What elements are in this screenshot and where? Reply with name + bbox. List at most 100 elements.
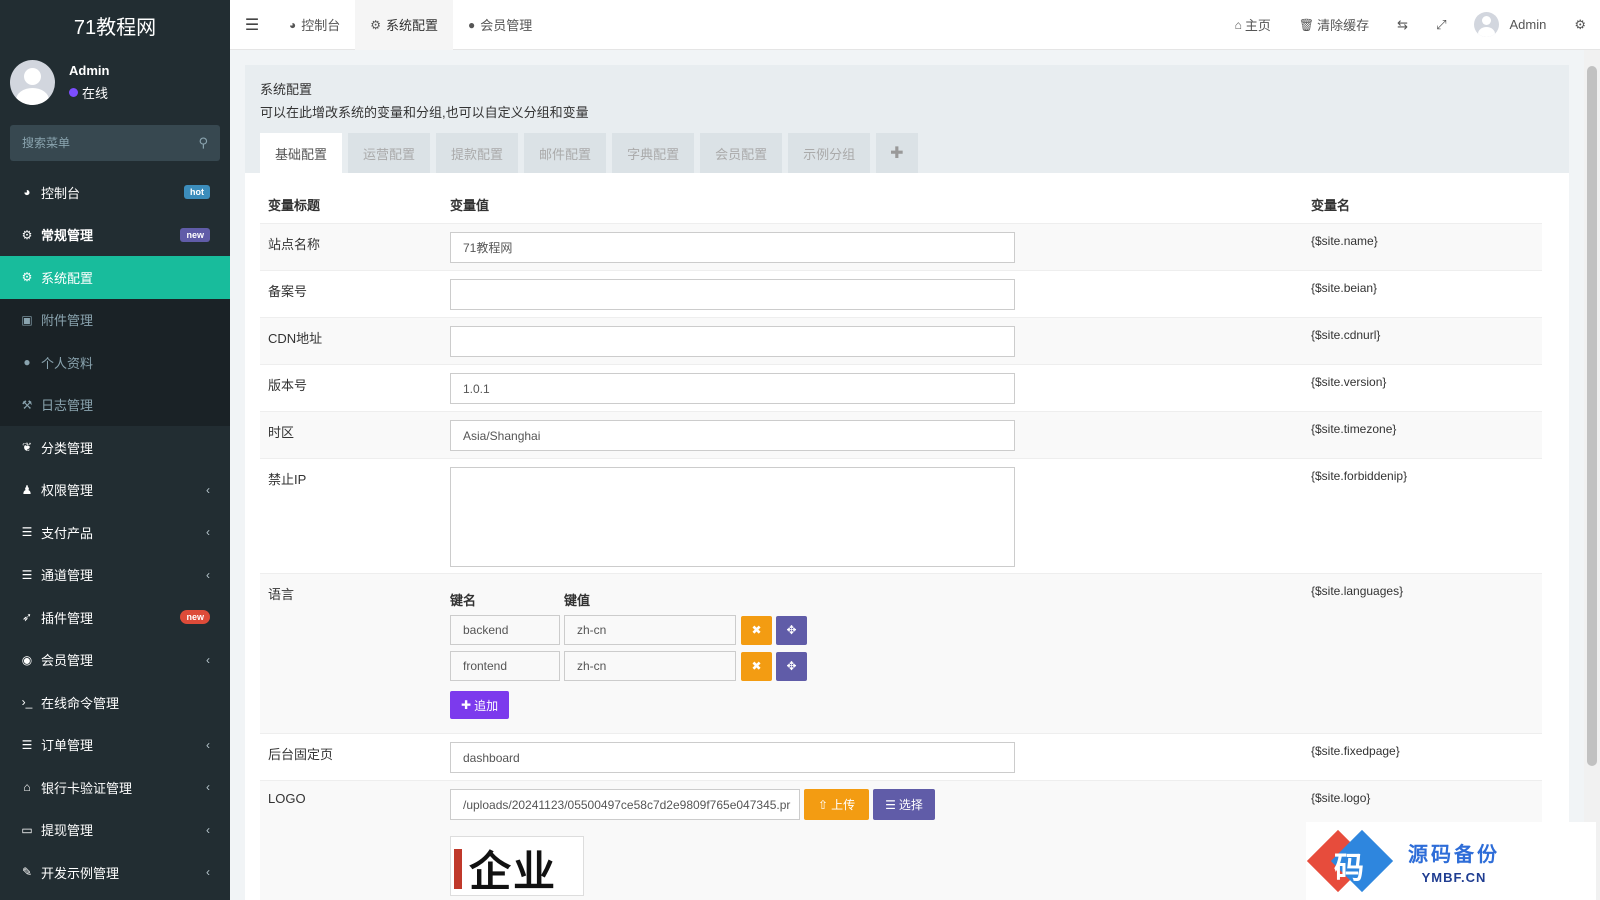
upload-label: 上传 (831, 798, 856, 812)
search-icon[interactable]: ⚲ (198, 135, 208, 151)
home-link[interactable]: ⌂ 主页 (1221, 15, 1285, 34)
log-icon: ⚒ (21, 397, 33, 412)
tab-0[interactable]: ◕ 控制台 (274, 0, 355, 50)
sidebar-item-4[interactable]: ● 个人资料 (0, 341, 230, 384)
sidebar-item-10[interactable]: ➶ 插件管理 new (0, 596, 230, 639)
kv-value-input[interactable]: zh-cn (564, 615, 736, 645)
scrollbar-thumb[interactable] (1587, 66, 1597, 766)
sidebar-item-label: 个人资料 (41, 355, 94, 371)
tab-1[interactable]: ⚙ 系统配置 (355, 0, 454, 50)
main-content: 系统配置 可以在此增改系统的变量和分组,也可以自定义分组和变量 基础配置 运营配置… (230, 50, 1584, 900)
sidebar-item-label: 会员管理 (41, 653, 94, 669)
sidebar-item-13[interactable]: ☰ 订单管理 ‹ (0, 724, 230, 767)
group-icon: ♟ (21, 482, 33, 497)
sidebar-item-label: 支付产品 (41, 525, 94, 541)
drag-pair-button[interactable]: ✥ (776, 615, 807, 645)
sidebar-item-6[interactable]: ❦ 分类管理 (0, 426, 230, 469)
beian-input[interactable] (450, 279, 1015, 310)
user-status-label: 在线 (82, 86, 109, 101)
config-tab-0[interactable]: 基础配置 (260, 133, 343, 173)
fixed-page-input[interactable]: dashboard (450, 742, 1015, 773)
sidebar-item-2[interactable]: ⚙ 系统配置 (0, 256, 230, 299)
forbidden-ip-textarea[interactable] (450, 467, 1015, 567)
arrows-icon: ✥ (786, 623, 797, 637)
language-switch-icon[interactable]: ⇆ (1383, 17, 1422, 33)
tab-2[interactable]: ● 会员管理 (453, 0, 547, 50)
languages-editor: 键名 键值 backend zh-cn ✖ ✥ frontend zh-cn ✖… (450, 582, 1311, 733)
arrows-icon: ✥ (786, 659, 797, 673)
sidebar-item-9[interactable]: ☰ 通道管理 ‹ (0, 554, 230, 597)
drag-pair-button[interactable]: ✥ (776, 651, 807, 681)
sidebar-item-0[interactable]: ◕ 控制台 hot (0, 171, 230, 214)
sidebar-toggle-icon[interactable]: ☰ (230, 15, 274, 35)
page-scrollbar[interactable] (1584, 50, 1600, 900)
kv-value-input[interactable]: zh-cn (564, 651, 736, 681)
row-title: 禁止IP (268, 472, 307, 487)
append-pair-button[interactable]: ✚ 追加 (450, 691, 510, 719)
chevron-left-icon: ‹ (206, 652, 210, 667)
close-icon: ✖ (751, 659, 762, 673)
magic-icon: ✎ (21, 865, 33, 880)
config-tab-2[interactable]: 提款配置 (436, 133, 519, 173)
search-input[interactable] (22, 136, 182, 150)
table-row: 后台固定页 dashboard {$site.fixedpage} (260, 733, 1542, 780)
clear-cache-label: 清除缓存 (1317, 18, 1370, 33)
kv-key-input[interactable]: frontend (450, 651, 560, 681)
home-label: 主页 (1244, 18, 1271, 33)
sidebar-item-3[interactable]: ▣ 附件管理 (0, 298, 230, 341)
admin-menu[interactable]: Admin (1460, 12, 1560, 37)
chevron-left-icon: ‹ (206, 737, 210, 752)
trash-icon: 🗑 (1298, 17, 1315, 32)
watermark: 码 源码备份 YMBF.CN (1306, 822, 1596, 900)
top-right-nav: ⌂ 主页 🗑 清除缓存 ⇆ ⤢ Admin ⚙ (1221, 0, 1600, 50)
sidebar-item-7[interactable]: ♟ 权限管理 ‹ (0, 469, 230, 512)
settings-cogs-icon[interactable]: ⚙ (1560, 17, 1600, 33)
logo-path-input[interactable]: /uploads/20241123/05500497ce58c7d2e9809f… (450, 789, 800, 820)
cdn-url-input[interactable] (450, 326, 1015, 357)
fullscreen-icon[interactable]: ⤢ (1422, 17, 1460, 33)
kv-key-input[interactable]: backend (450, 615, 560, 645)
chevron-left-icon: ‹ (206, 482, 210, 497)
config-tabs: 基础配置 运营配置 提款配置 邮件配置 字典配置 会员配置 示例分组 ✚ (260, 133, 924, 173)
site-name-input[interactable]: 71教程网 (450, 232, 1015, 263)
sidebar-item-5[interactable]: ⚒ 日志管理 (0, 383, 230, 426)
sidebar-item-16[interactable]: ✎ 开发示例管理 ‹ (0, 851, 230, 894)
menu-badge: hot (184, 185, 210, 200)
brand-logo[interactable]: 71教程网 (0, 0, 230, 50)
sidebar-item-1[interactable]: ⚙ 常规管理 new (0, 214, 230, 257)
timezone-input[interactable]: Asia/Shanghai (450, 420, 1015, 451)
config-tab-1[interactable]: 运营配置 (348, 133, 431, 173)
sidebar-item-11[interactable]: ◉ 会员管理 ‹ (0, 639, 230, 682)
config-tab-3[interactable]: 邮件配置 (524, 133, 607, 173)
config-tab-6[interactable]: 示例分组 (788, 133, 871, 173)
clear-cache-button[interactable]: 🗑 清除缓存 (1285, 15, 1383, 34)
select-button[interactable]: ☰ 选择 (873, 789, 935, 820)
table-row: 时区 Asia/Shanghai {$site.timezone} (260, 411, 1542, 458)
remove-pair-button[interactable]: ✖ (741, 651, 772, 681)
sidebar-item-label: 常规管理 (41, 228, 94, 244)
sidebar-item-8[interactable]: ☰ 支付产品 ‹ (0, 511, 230, 554)
cogs-icon: ⚙ (21, 227, 33, 242)
tab-label: 会员管理 (480, 18, 533, 33)
remove-pair-button[interactable]: ✖ (741, 615, 772, 645)
list-item: backend zh-cn ✖ ✥ (450, 615, 1311, 645)
sidebar-item-15[interactable]: ▭ 提现管理 ‹ (0, 809, 230, 852)
watermark-en: YMBF.CN (1421, 869, 1487, 885)
sidebar-item-label: 日志管理 (41, 398, 94, 414)
config-tab-5[interactable]: 会员配置 (700, 133, 783, 173)
sidebar-item-12[interactable]: ›_ 在线命令管理 (0, 681, 230, 724)
row-var: {$site.beian} (1311, 281, 1378, 295)
tab-label: 系统配置 (386, 18, 439, 33)
row-title: CDN地址 (268, 331, 323, 346)
sidebar-item-14[interactable]: ⌂ 银行卡验证管理 ‹ (0, 766, 230, 809)
top-tabs: ◕ 控制台 ⚙ 系统配置 ● 会员管理 (274, 0, 547, 50)
add-group-plus-icon[interactable]: ✚ (876, 133, 918, 173)
logo-preview-image[interactable]: 企业 (450, 836, 584, 896)
config-tab-4[interactable]: 字典配置 (612, 133, 695, 173)
sidebar-item-label: 在线命令管理 (41, 695, 120, 711)
version-input[interactable]: 1.0.1 (450, 373, 1015, 404)
upload-button[interactable]: ⇧ 上传 (804, 789, 870, 820)
chevron-left-icon: ‹ (206, 567, 210, 582)
row-var: {$site.languages} (1311, 584, 1404, 598)
sidebar-item-label: 订单管理 (41, 738, 94, 754)
